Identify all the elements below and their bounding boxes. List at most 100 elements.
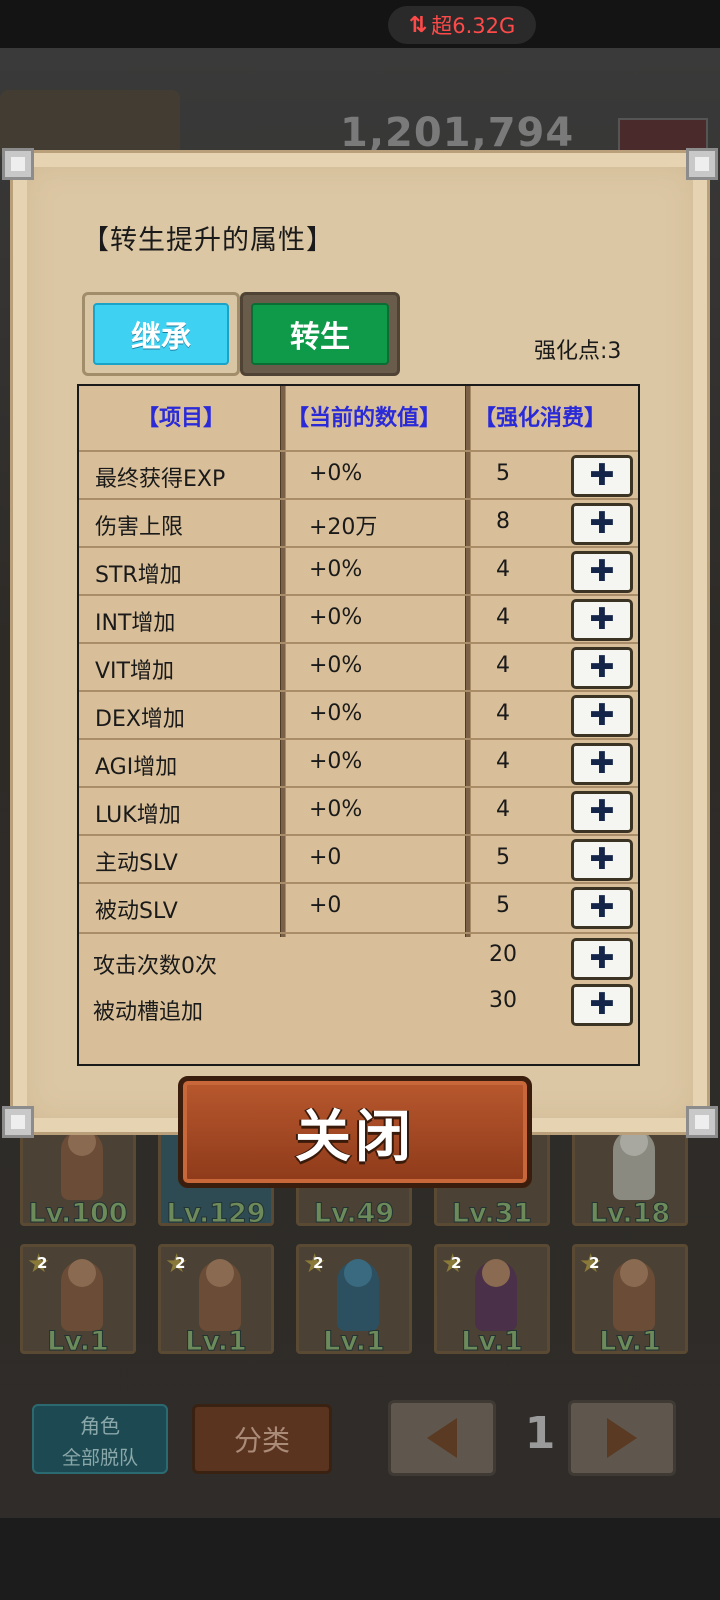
character-card[interactable]: ★ 2 Lv.1 (296, 1244, 412, 1358)
page-number: 1 (524, 1408, 556, 1459)
enhance-plus-button[interactable]: ✚ (571, 695, 633, 737)
row-value: +0% (309, 653, 363, 678)
header-item: 【项目】 (137, 406, 226, 431)
row-name: 最终获得EXP (95, 467, 226, 492)
row-name: LUK增加 (95, 803, 181, 828)
bottom-strip (0, 1518, 720, 1600)
card-stars: 2 (313, 1254, 324, 1272)
character-sprite (613, 1259, 655, 1331)
enhance-plus-button[interactable]: ✚ (571, 599, 633, 641)
row-name: 伤害上限 (95, 515, 184, 540)
row-value: +0% (309, 797, 363, 822)
plus-icon: ✚ (589, 746, 615, 781)
plus-icon: ✚ (589, 698, 615, 733)
corner-ornament (2, 1106, 34, 1138)
character-card[interactable]: ★ 2 Lv.1 (20, 1244, 136, 1358)
character-sprite (61, 1128, 103, 1200)
enhance-plus-button[interactable]: ✚ (571, 551, 633, 593)
row-cost: 5 (496, 461, 510, 486)
dialog-title: 【转生提升的属性】 (82, 225, 334, 256)
next-page-button[interactable] (568, 1400, 676, 1476)
table-row: AGI增加 +0% 4 ✚ (79, 738, 638, 786)
card-stars: 2 (175, 1254, 186, 1272)
corner-ornament (2, 148, 34, 180)
plus-icon: ✚ (589, 602, 615, 637)
plus-icon: ✚ (589, 506, 615, 541)
row-value: +20万 (309, 515, 378, 540)
category-button[interactable]: 分类 (192, 1404, 332, 1474)
table-row: 伤害上限 +20万 8 ✚ (79, 498, 638, 546)
prev-page-button[interactable] (388, 1400, 496, 1476)
tab-rebirth[interactable]: 转生 (240, 292, 400, 376)
character-sprite (475, 1259, 517, 1331)
row-cost: 4 (496, 749, 510, 774)
corner-ornament (686, 1106, 718, 1138)
row-name: VIT增加 (95, 659, 174, 684)
plus-icon: ✚ (589, 650, 615, 685)
enhance-plus-button[interactable]: ✚ (571, 839, 633, 881)
card-level: Lv.1 (185, 1326, 248, 1358)
table-row: 最终获得EXP +0% 5 ✚ (79, 450, 638, 498)
row-cost: 20 (489, 942, 517, 967)
corner-ornament (686, 148, 718, 180)
row-name: 被动SLV (95, 899, 178, 924)
character-card[interactable]: ★ 2 Lv.1 (158, 1244, 274, 1358)
row-cost: 4 (496, 557, 510, 582)
row-value: +0 (309, 893, 342, 918)
table-row: 被动槽追加 30 ✚ (79, 984, 638, 1030)
row-cost: 30 (489, 988, 517, 1013)
status-bar: ⇅ 超6.32G (0, 0, 720, 48)
attribute-table: 【项目】 【当前的数值】 【强化消费】 最终获得EXP +0% 5 ✚ 伤害上限… (77, 384, 640, 1066)
close-button[interactable]: 关闭 (178, 1076, 532, 1188)
enhance-plus-button[interactable]: ✚ (571, 938, 633, 980)
character-card[interactable]: ★ 2 Lv.1 (434, 1244, 550, 1358)
table-row: STR增加 +0% 4 ✚ (79, 546, 638, 594)
row-value: +0% (309, 605, 363, 630)
table-row: DEX增加 +0% 4 ✚ (79, 690, 638, 738)
arrow-right-icon (607, 1418, 637, 1458)
row-value: +0% (309, 461, 363, 486)
row-value: +0% (309, 749, 363, 774)
character-sprite (199, 1259, 241, 1331)
role-label: 角色 (80, 1414, 120, 1438)
enhance-plus-button[interactable]: ✚ (571, 984, 633, 1026)
enhance-plus-button[interactable]: ✚ (571, 887, 633, 929)
row-name: 攻击次数0次 (93, 954, 217, 979)
close-label: 关闭 (295, 1104, 415, 1170)
table-row: 攻击次数0次 20 ✚ (79, 938, 638, 984)
card-level: Lv.18 (589, 1198, 671, 1230)
enhance-plus-button[interactable]: ✚ (571, 503, 633, 545)
table-row: INT增加 +0% 4 ✚ (79, 594, 638, 642)
plus-icon: ✚ (589, 987, 615, 1022)
enhance-plus-button[interactable]: ✚ (571, 791, 633, 833)
row-value: +0 (309, 845, 342, 870)
row-cost: 4 (496, 605, 510, 630)
character-sprite (61, 1259, 103, 1331)
tab-inherit[interactable]: 继承 (82, 292, 240, 376)
row-name: INT增加 (95, 611, 176, 636)
plus-icon: ✚ (589, 794, 615, 829)
card-level: Lv.1 (599, 1326, 662, 1358)
row-value: +0% (309, 701, 363, 726)
plus-icon: ✚ (589, 842, 615, 877)
plus-icon: ✚ (589, 458, 615, 493)
row-cost: 4 (496, 701, 510, 726)
character-card[interactable]: ★ 2 Lv.1 (572, 1244, 688, 1358)
row-name: 主动SLV (95, 851, 178, 876)
row-name: DEX增加 (95, 707, 185, 732)
card-level: Lv.129 (166, 1198, 266, 1230)
row-cost: 8 (496, 509, 510, 534)
enhance-plus-button[interactable]: ✚ (571, 647, 633, 689)
card-stars: 2 (589, 1254, 600, 1272)
enhance-plus-button[interactable]: ✚ (571, 455, 633, 497)
arrow-left-icon (427, 1418, 457, 1458)
row-value: +0% (309, 557, 363, 582)
plus-icon: ✚ (589, 890, 615, 925)
row-name: 被动槽追加 (93, 1000, 204, 1025)
table-row: LUK增加 +0% 4 ✚ (79, 786, 638, 834)
role-dismiss-all-button[interactable]: 角色 全部脱队 (32, 1404, 168, 1474)
row-name: STR增加 (95, 563, 182, 588)
enhance-plus-button[interactable]: ✚ (571, 743, 633, 785)
row-cost: 5 (496, 893, 510, 918)
card-level: Lv.1 (47, 1326, 110, 1358)
